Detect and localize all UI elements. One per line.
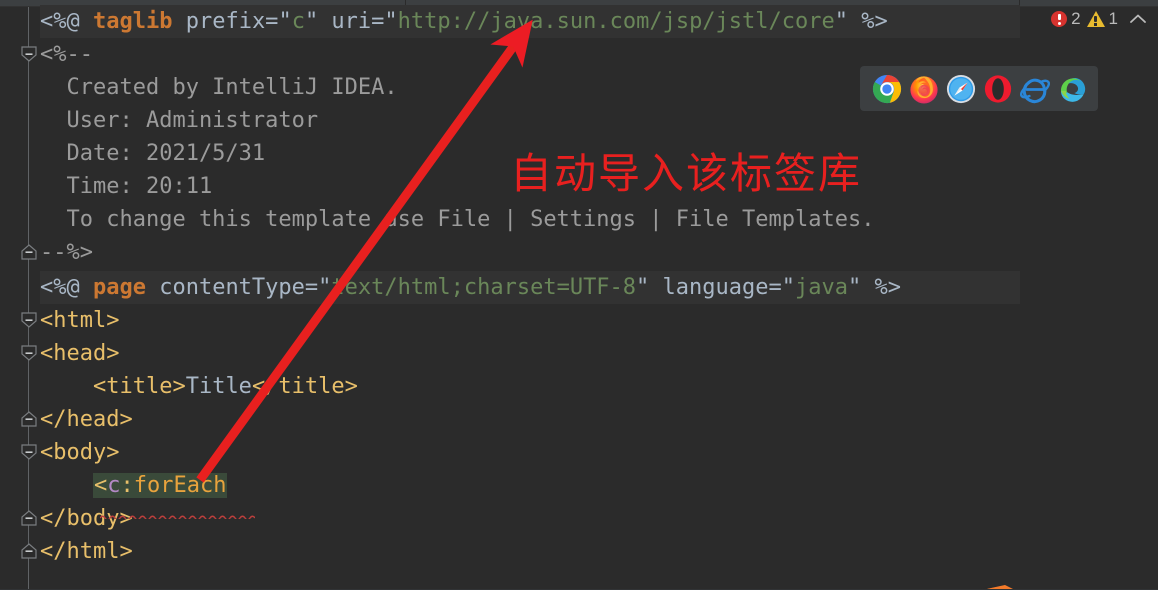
code-token: Title (185, 374, 252, 399)
code-token: %> (861, 275, 901, 300)
code-token: </html> (40, 539, 133, 564)
chrome-icon[interactable] (872, 74, 902, 104)
fold-start-icon[interactable] (21, 46, 37, 62)
safari-icon[interactable] (946, 74, 976, 104)
code-token: " (304, 9, 319, 34)
code-token: language= (649, 275, 782, 300)
code-token: <head> (40, 341, 120, 366)
code-token: <%@ (40, 275, 93, 300)
code-line[interactable]: <title>Title</title> (40, 370, 358, 403)
code-token: --%> (40, 240, 93, 265)
code-line[interactable]: Date: 2021/5/31 (40, 137, 265, 170)
code-token: %> (848, 9, 888, 34)
code-token: uri= (318, 9, 385, 34)
code-token: <%-- (40, 42, 93, 67)
code-token: " (847, 275, 862, 300)
code-token: <title> (40, 374, 186, 399)
error-circle-icon (1051, 11, 1068, 27)
code-token: Created by IntelliJ IDEA. (40, 75, 398, 100)
code-token: text/html;charset=UTF-8 (331, 275, 637, 300)
code-token: : (120, 473, 134, 498)
code-token: <body> (40, 440, 120, 465)
fold-start-icon[interactable] (21, 345, 37, 361)
code-token: " (636, 275, 650, 300)
fold-start-icon[interactable] (21, 312, 37, 328)
code-token: prefix= (172, 9, 279, 34)
code-line[interactable]: <%-- (40, 38, 93, 71)
ide-editor-window: <%@ taglib prefix="c" uri="http://java.s… (0, 0, 1158, 590)
error-count-group[interactable]: 2 (1051, 9, 1081, 29)
inspection-widget[interactable]: 2 1 (1051, 9, 1148, 29)
code-line[interactable]: <%@ taglib prefix="c" uri="http://java.s… (40, 5, 1020, 38)
code-token: Time: 20:11 (40, 174, 213, 199)
fold-end-icon[interactable] (21, 244, 37, 260)
code-token: " (318, 275, 332, 300)
code-token: java (795, 275, 848, 300)
code-token: forEach (133, 473, 227, 498)
code-token: " (834, 9, 849, 34)
code-token: " (384, 9, 398, 34)
selected-code-fragment[interactable]: <c:forEach (92, 473, 228, 498)
code-token: " (781, 275, 795, 300)
code-line[interactable]: <head> (40, 337, 119, 370)
opera-icon[interactable] (983, 74, 1013, 104)
code-line[interactable]: To change this template use File | Setti… (40, 203, 874, 236)
code-fold-rail (28, 7, 29, 590)
code-line[interactable]: --%> (40, 236, 93, 269)
browser-launcher-popup[interactable] (860, 66, 1098, 111)
code-line[interactable]: </html> (40, 535, 133, 568)
chevron-up-icon[interactable] (1128, 12, 1148, 26)
editor-gutter (0, 7, 40, 590)
code-token: c (291, 9, 305, 34)
code-line[interactable]: <body> (40, 436, 119, 469)
fold-end-icon[interactable] (21, 510, 37, 526)
code-token: </title> (251, 374, 358, 399)
annotation-label: 自动导入该标签库 (510, 149, 863, 198)
code-token: " (278, 9, 292, 34)
code-token: contentType= (145, 275, 319, 300)
code-line[interactable]: Time: 20:11 (40, 170, 212, 203)
code-line[interactable]: <c:forEach (40, 469, 228, 502)
edge-icon[interactable] (1057, 74, 1087, 104)
code-token: </head> (40, 407, 133, 432)
code-line[interactable]: User: Administrator (40, 104, 318, 137)
code-token: Date: 2021/5/31 (40, 141, 266, 166)
code-token: <html> (40, 308, 120, 333)
warning-count-label: 1 (1108, 9, 1118, 28)
code-line[interactable]: </head> (40, 403, 133, 436)
code-token: <%@ (40, 9, 93, 34)
code-token: page (92, 275, 146, 300)
internet-explorer-icon[interactable] (1019, 74, 1050, 104)
fold-end-icon[interactable] (21, 543, 37, 559)
error-squiggle-underline (100, 515, 255, 519)
code-token: c (107, 473, 121, 498)
warning-triangle-icon (1086, 11, 1105, 27)
code-token: < (93, 473, 108, 498)
code-token: http://java.sun.com/jsp/jstl/core (397, 9, 835, 34)
code-token: User: Administrator (40, 108, 319, 133)
code-line[interactable]: Created by IntelliJ IDEA. (40, 71, 398, 104)
code-line[interactable]: <html> (40, 304, 119, 337)
fold-end-icon[interactable] (21, 411, 37, 427)
code-token: taglib (92, 9, 173, 34)
firefox-icon[interactable] (909, 74, 939, 104)
code-line[interactable]: <%@ page contentType="text/html;charset=… (40, 271, 1020, 304)
error-count-label: 2 (1071, 9, 1081, 28)
warning-count-group[interactable]: 1 (1086, 9, 1118, 29)
fold-start-icon[interactable] (21, 444, 37, 460)
code-token: To change this template use File | Setti… (40, 207, 875, 232)
